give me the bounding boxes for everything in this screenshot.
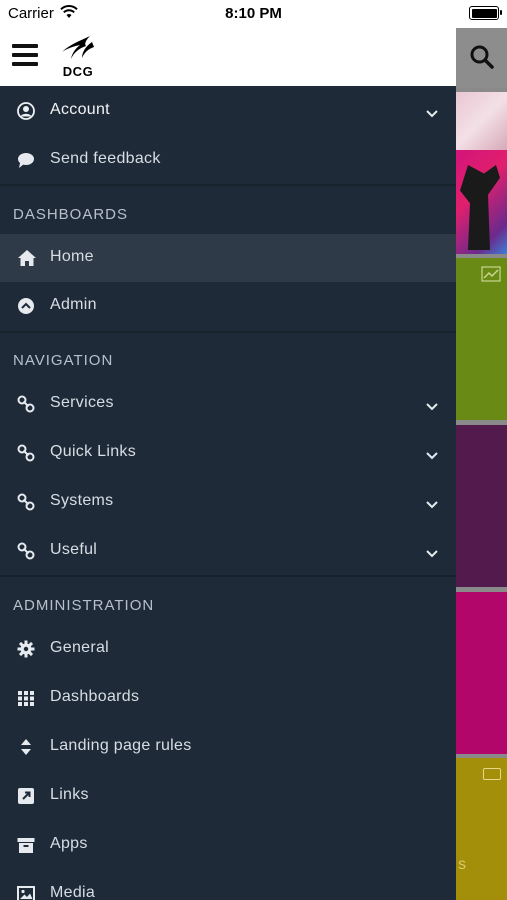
- chevron-down-icon[interactable]: [425, 545, 439, 558]
- sidebar-item-media[interactable]: Media: [0, 870, 456, 900]
- comment-icon: [17, 151, 35, 169]
- landing-page-rules-label: Landing page rules: [50, 737, 192, 754]
- section-title-administration: ADMINISTRATION: [13, 597, 155, 614]
- link-icon: [17, 395, 35, 413]
- divider: [0, 184, 456, 186]
- quick-links-label: Quick Links: [50, 443, 136, 460]
- dashboard-tile[interactable]: [456, 592, 507, 754]
- sidebar-item-links[interactable]: Links: [0, 772, 456, 820]
- logo-text: DCG: [62, 64, 94, 79]
- account-menu-item[interactable]: Account: [0, 87, 456, 135]
- external-link-icon: [17, 787, 35, 805]
- section-title-navigation: NAVIGATION: [13, 352, 114, 369]
- dashboard-tile[interactable]: [456, 92, 507, 150]
- sidebar-item-home[interactable]: Home: [0, 234, 456, 282]
- clock: 8:10 PM: [225, 5, 282, 22]
- archive-icon: [17, 836, 35, 854]
- sidebar-item-general[interactable]: General: [0, 625, 456, 673]
- send-feedback-menu-item[interactable]: Send feedback: [0, 136, 456, 184]
- home-label: Home: [50, 248, 94, 265]
- status-bar: Carrier 8:10 PM: [0, 0, 507, 28]
- logo-swoosh-icon: [62, 36, 94, 59]
- send-feedback-label: Send feedback: [50, 150, 161, 167]
- dashboards-label: Dashboards: [50, 688, 140, 705]
- sidebar-item-useful[interactable]: Useful: [0, 527, 456, 575]
- systems-label: Systems: [50, 492, 114, 509]
- gear-icon: [17, 640, 35, 658]
- navigation-drawer: Account Send feedback DASHBOARDS Home Ad…: [0, 86, 456, 900]
- chevron-down-icon[interactable]: [425, 496, 439, 509]
- divider: [0, 331, 456, 333]
- sidebar-item-dashboards[interactable]: Dashboards: [0, 674, 456, 722]
- section-title-dashboards: DASHBOARDS: [13, 206, 129, 223]
- image-icon: [17, 885, 35, 900]
- home-icon: [17, 249, 36, 267]
- sidebar-item-apps[interactable]: Apps: [0, 821, 456, 869]
- trend-icon: [481, 266, 501, 287]
- divider: [0, 575, 456, 577]
- link-icon: [17, 444, 35, 462]
- money-icon: [483, 768, 501, 780]
- logo[interactable]: DCG: [56, 34, 100, 80]
- user-circle-icon: [17, 102, 35, 120]
- sort-icon: [17, 738, 35, 756]
- tile-text: s: [458, 856, 466, 873]
- tile-image: [460, 165, 500, 250]
- link-icon: [17, 542, 35, 560]
- apps-label: Apps: [50, 835, 88, 852]
- battery-icon: [469, 6, 502, 20]
- useful-label: Useful: [50, 541, 98, 558]
- sidebar-item-admin[interactable]: Admin: [0, 282, 456, 330]
- sidebar-item-systems[interactable]: Systems: [0, 478, 456, 526]
- dashboard-tile[interactable]: [456, 258, 507, 420]
- app-header: DCG: [0, 28, 456, 86]
- account-label: Account: [50, 101, 110, 118]
- chevron-up-circle-icon: [17, 297, 35, 315]
- dashboard-tile[interactable]: s: [456, 758, 507, 900]
- services-label: Services: [50, 394, 114, 411]
- chevron-down-icon[interactable]: [425, 105, 439, 118]
- grid-icon: [17, 689, 35, 707]
- sidebar-item-services[interactable]: Services: [0, 380, 456, 428]
- search-icon[interactable]: [469, 44, 495, 75]
- general-label: General: [50, 639, 110, 656]
- link-icon: [17, 493, 35, 511]
- dashboard-tile[interactable]: [456, 425, 507, 587]
- dashboard-tile[interactable]: [456, 150, 507, 254]
- dashboard-background: s: [456, 0, 507, 900]
- chevron-down-icon[interactable]: [425, 447, 439, 460]
- media-label: Media: [50, 884, 96, 900]
- links-label: Links: [50, 786, 89, 803]
- sidebar-item-landing-page-rules[interactable]: Landing page rules: [0, 723, 456, 771]
- admin-label: Admin: [50, 296, 97, 313]
- sidebar-item-quick-links[interactable]: Quick Links: [0, 429, 456, 477]
- chevron-down-icon[interactable]: [425, 398, 439, 411]
- hamburger-menu-icon[interactable]: [12, 44, 38, 66]
